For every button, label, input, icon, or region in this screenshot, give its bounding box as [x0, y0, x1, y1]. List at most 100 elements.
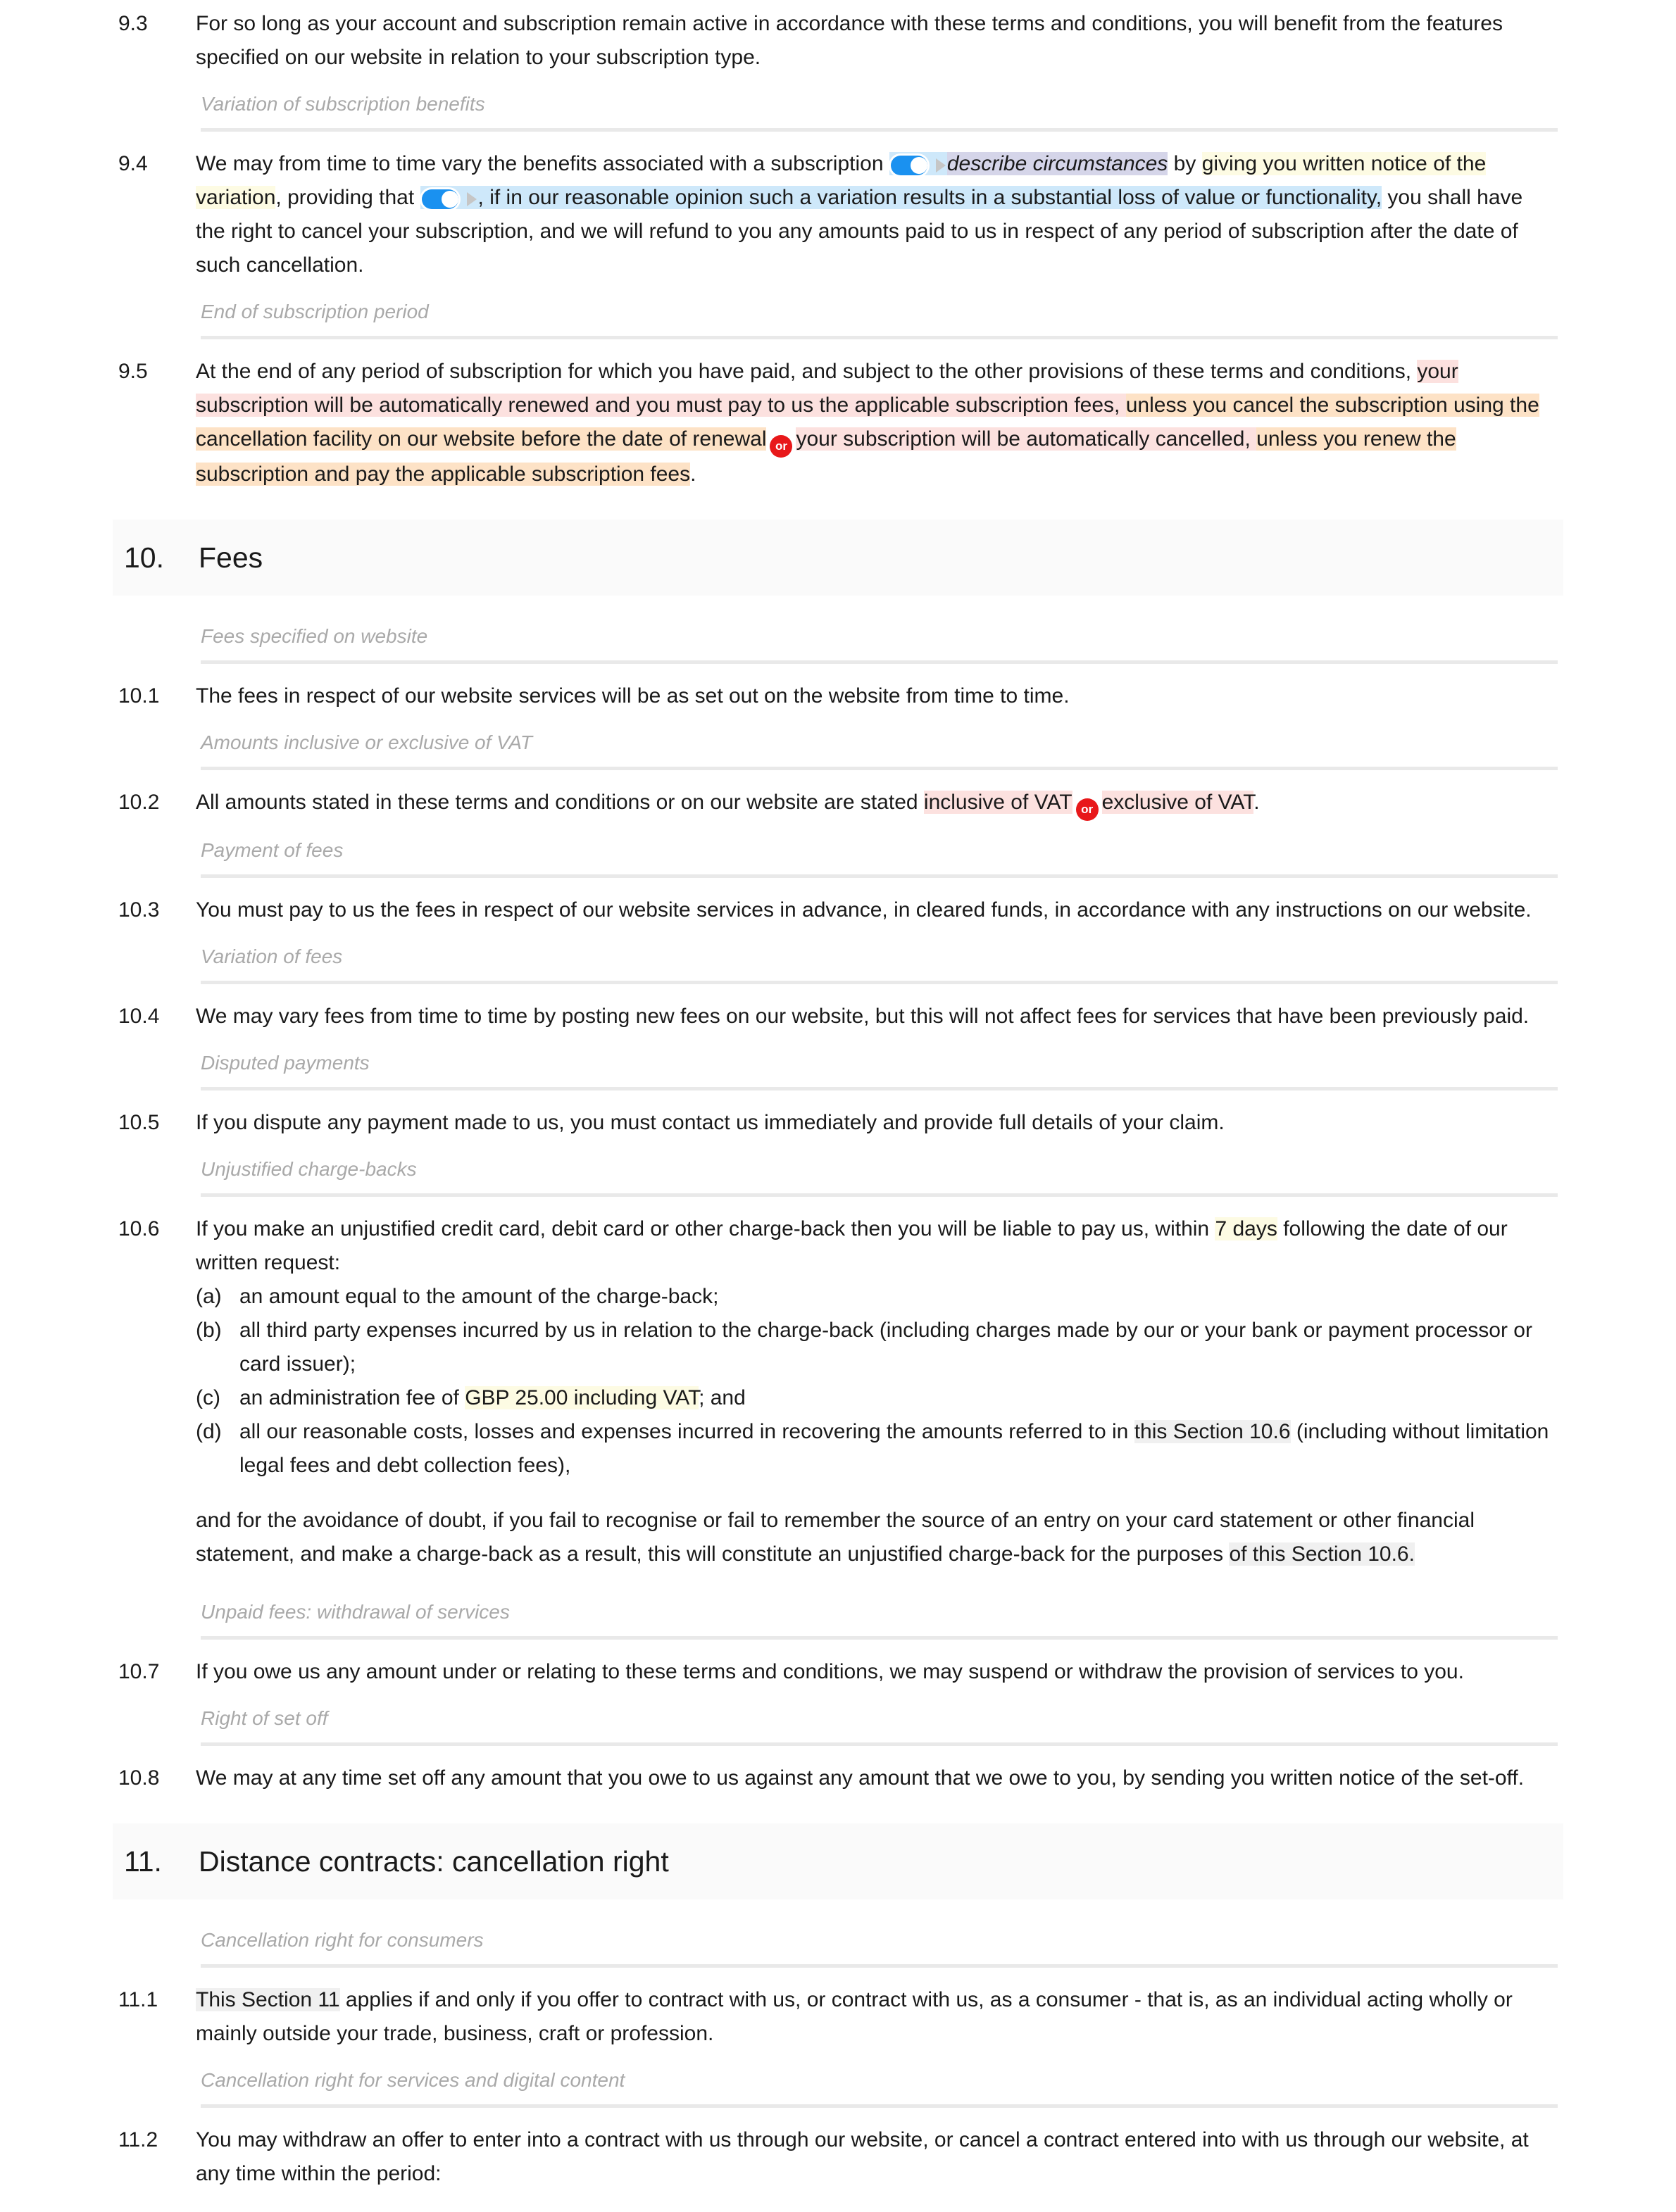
clause-number: 11.1	[118, 1988, 158, 2011]
clause-number: 10.7	[118, 1660, 160, 1683]
clause-number: 10.5	[118, 1111, 160, 1134]
subheading-block-variation-of-fees: Variation of fees	[201, 927, 1558, 984]
highlight-this-section-11: This Section 11	[196, 1988, 340, 2011]
subheading-block-cancellation-right-for-consumers: Cancellation right for consumers	[201, 1899, 1558, 1968]
caret-right-icon	[935, 158, 946, 172]
toggle-1-variable-label: describe circumstances	[946, 152, 1168, 175]
or-badge[interactable]: or	[770, 435, 793, 458]
section-title: Fees	[199, 541, 263, 574]
clause-text: All amounts stated in these terms and co…	[196, 786, 1553, 821]
or-badge[interactable]: or	[1075, 798, 1099, 821]
subheading-label: Cancellation right for services and digi…	[201, 2069, 625, 2091]
subheading-label: Variation of fees	[201, 945, 343, 967]
clause-9-3: 9.3 For so long as your account and subs…	[0, 7, 1676, 75]
clause-9-5-lead: At the end of any period of subscription…	[196, 360, 1412, 383]
clause-10-6-sublist: (a) an amount equal to the amount of the…	[196, 1280, 1553, 1483]
subheading-label: Variation of subscription benefits	[201, 93, 485, 115]
clause-11-1: 11.1 This Section 11 applies if and only…	[0, 1983, 1676, 2051]
highlight-7-days: 7 days	[1215, 1217, 1277, 1240]
clause-10-6-tail: and for the avoidance of doubt, if you f…	[196, 1504, 1553, 1571]
document-page: 9.3 For so long as your account and subs…	[0, 0, 1676, 2212]
list-item-text: all third party expenses incurred by us …	[239, 1319, 1532, 1376]
list-item-pre: all our reasonable costs, losses and exp…	[239, 1420, 1129, 1443]
subheading-block-unjustified-charge-backs: Unjustified charge-backs	[201, 1140, 1558, 1197]
clause-9-4: 9.4 We may from time to time vary the be…	[0, 147, 1676, 282]
highlight-blue-run: , if in our reasonable opinion such a va…	[477, 186, 1382, 209]
toggle-icon[interactable]	[421, 189, 460, 209]
clause-text: For so long as your account and subscrip…	[196, 12, 1503, 69]
list-item: (c) an administration fee of GBP 25.00 i…	[196, 1381, 1553, 1415]
subheading-block-amounts-inclusive-or-exclusive-of-vat: Amounts inclusive or exclusive of VAT	[201, 713, 1558, 770]
section-number: 11.	[124, 1845, 162, 1878]
list-item-pre: an administration fee of	[239, 1386, 459, 1409]
clause-text: We may at any time set off any amount th…	[196, 1766, 1525, 1790]
option-a-inclusive-vat: inclusive of VAT	[923, 791, 1072, 814]
list-item-label: (b)	[196, 1319, 222, 1342]
highlight-admin-fee: GBP 25.00 including VAT	[465, 1386, 699, 1409]
clause-9-4-part1: We may from time to time vary the benefi…	[196, 152, 884, 175]
clause-10-3: 10.3 You must pay to us the fees in resp…	[0, 893, 1676, 927]
subheading-label: Disputed payments	[201, 1052, 370, 1074]
clause-text: We may from time to time vary the benefi…	[196, 147, 1553, 282]
subheading-label: Unpaid fees: withdrawal of services	[201, 1601, 510, 1623]
subheading-block-fees-specified-on-website: Fees specified on website	[201, 596, 1558, 664]
clause-text: If you owe us any amount under or relati…	[196, 1660, 1464, 1683]
subheading-label: Cancellation right for consumers	[201, 1929, 484, 1951]
subheading-label: Right of set off	[201, 1707, 328, 1729]
caret-right-icon	[466, 192, 477, 206]
list-item-label: (d)	[196, 1420, 222, 1443]
clause-9-4-part3: , providing that	[275, 186, 415, 209]
clause-number: 10.1	[118, 684, 160, 708]
clause-text: At the end of any period of subscription…	[196, 355, 1553, 491]
clause-10-1: 10.1 The fees in respect of our website …	[0, 679, 1676, 713]
subheading-label: End of subscription period	[201, 301, 429, 322]
section-number: 10.	[124, 541, 164, 574]
clause-number: 9.5	[118, 360, 148, 383]
toggle-switch-2[interactable]	[420, 186, 478, 209]
clause-text: This Section 11 applies if and only if y…	[196, 1983, 1553, 2051]
section-title: Distance contracts: cancellation right	[199, 1845, 669, 1878]
highlight-section-ref: this Section 10.6	[1134, 1420, 1291, 1443]
list-item: (a) an amount equal to the amount of the…	[196, 1280, 1553, 1314]
toggle-switch-1[interactable]	[889, 152, 947, 175]
clause-10-6-lead: If you make an unjustified credit card, …	[196, 1212, 1553, 1280]
clause-9-5-tail: .	[690, 463, 696, 486]
toggle-icon[interactable]	[890, 156, 929, 175]
clause-10-6: 10.6 If you make an unjustified credit c…	[0, 1212, 1676, 1571]
list-item: (b) all third party expenses incurred by…	[196, 1314, 1553, 1381]
clause-text: We may vary fees from time to time by po…	[196, 1005, 1530, 1028]
clause-10-4: 10.4 We may vary fees from time to time …	[0, 1000, 1676, 1033]
subheading-block-end-of-subscription-period: End of subscription period	[201, 282, 1558, 339]
clause-number: 9.4	[118, 152, 148, 175]
list-item: (d) all our reasonable costs, losses and…	[196, 1415, 1553, 1483]
subheading-block-right-of-set-off: Right of set off	[201, 1689, 1558, 1746]
clause-10-2-lead: All amounts stated in these terms and co…	[196, 791, 918, 814]
clause-number: 10.6	[118, 1217, 160, 1240]
clause-9-4-part2: by	[1173, 152, 1196, 175]
clause-number: 10.8	[118, 1766, 160, 1790]
clause-11-2: 11.2 You may withdraw an offer to enter …	[0, 2123, 1676, 2191]
clause-10-7: 10.7 If you owe us any amount under or r…	[0, 1655, 1676, 1689]
highlight-section-ref-tail: of this Section 10.6.	[1229, 1542, 1415, 1566]
clause-number: 10.2	[118, 791, 160, 814]
option-b-part1: your subscription will be automatically …	[796, 427, 1251, 451]
option-b-exclusive-vat: exclusive of VAT	[1101, 791, 1254, 814]
subheading-label: Unjustified charge-backs	[201, 1158, 417, 1180]
subheading-label: Payment of fees	[201, 839, 344, 861]
clause-10-2: 10.2 All amounts stated in these terms a…	[0, 786, 1676, 821]
section-heading-10: 10. Fees	[113, 520, 1563, 596]
lead-part1: If you make an unjustified credit card, …	[196, 1217, 1210, 1240]
subheading-block-cancellation-right-for-services-and-digital-content: Cancellation right for services and digi…	[201, 2051, 1558, 2108]
clause-text: The fees in respect of our website servi…	[196, 684, 1070, 708]
clause-10-8: 10.8 We may at any time set off any amou…	[0, 1761, 1676, 1795]
list-item-post: ; and	[699, 1386, 746, 1409]
list-item-text: an administration fee of GBP 25.00 inclu…	[239, 1381, 1553, 1415]
subheading-label: Amounts inclusive or exclusive of VAT	[201, 731, 533, 753]
list-item-label: (a)	[196, 1285, 222, 1308]
clause-number: 9.3	[118, 12, 148, 35]
list-item-text: all our reasonable costs, losses and exp…	[239, 1415, 1553, 1483]
clause-10-5: 10.5 If you dispute any payment made to …	[0, 1106, 1676, 1140]
list-item-text: an amount equal to the amount of the cha…	[239, 1285, 719, 1308]
subheading-block-variation-of-subscription-benefits: Variation of subscription benefits	[201, 75, 1558, 132]
clause-9-5: 9.5 At the end of any period of subscrip…	[0, 355, 1676, 491]
